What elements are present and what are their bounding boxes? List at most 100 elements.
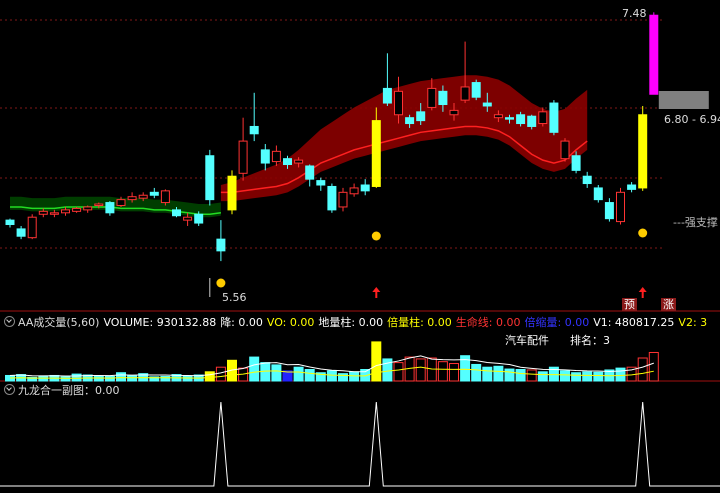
candle-body-18 — [205, 155, 215, 201]
candle-body-10 — [116, 199, 126, 206]
volume-bar-33 — [371, 341, 382, 382]
up-arrow-1 — [638, 287, 647, 298]
candle-body-36 — [405, 117, 415, 125]
candle-body-15 — [172, 209, 181, 217]
candle-body-48 — [538, 111, 548, 125]
volume-bar-9 — [104, 375, 115, 382]
candle-body-53 — [593, 187, 603, 201]
candle-body-30 — [338, 191, 348, 208]
volume-bar-6 — [71, 373, 82, 382]
sub-indicator-toggle-icon[interactable] — [4, 384, 15, 395]
volume-bar-42 — [471, 363, 482, 382]
volume-bar-31 — [349, 371, 360, 382]
volume-bar-53 — [593, 371, 604, 382]
candle-body-27 — [305, 165, 315, 180]
candle-body-38 — [427, 87, 437, 108]
candle-body-16 — [183, 216, 193, 221]
candle-body-13 — [149, 191, 159, 196]
sub-chart-header: 九龙合一副图：0.00 — [0, 383, 720, 399]
volume-bar-43 — [482, 366, 493, 382]
candle-body-52 — [582, 175, 592, 185]
volume-bar-40 — [449, 363, 459, 382]
chart-canvas — [0, 12, 720, 487]
volume-bar-30 — [338, 373, 348, 382]
candle-body-37 — [416, 111, 426, 122]
price-range-label: 6.80 - 6.94 — [664, 113, 720, 126]
candle-body-32 — [360, 184, 370, 192]
volume-bar-46 — [515, 369, 526, 382]
life-line-value: 生命线: 0.00 — [455, 316, 521, 329]
candle-body-33 — [371, 120, 381, 187]
chart-stage: 7.48 6.80 - 6.94 5.56 ---强支撑 预 涨 AA成交量(5… — [0, 0, 720, 489]
price-top-label: 7.48 — [622, 7, 647, 20]
volume-bar-24 — [271, 364, 282, 382]
candle-body-40 — [449, 109, 459, 116]
candle-body-57 — [638, 114, 648, 189]
candle-body-3 — [38, 210, 48, 215]
volume-bar-50 — [560, 370, 570, 382]
candle-body-56 — [627, 184, 637, 190]
candle-body-25 — [283, 158, 292, 166]
candle-body-8 — [94, 203, 104, 206]
current-price-box — [658, 91, 709, 109]
volume-bar-10 — [116, 372, 126, 382]
volume-bar-39 — [437, 361, 448, 382]
candle-body-26 — [294, 159, 304, 164]
candle-body-29 — [327, 185, 337, 211]
candle-body-19 — [216, 238, 226, 252]
candle-body-7 — [83, 206, 93, 211]
volume-bar-22 — [249, 356, 260, 382]
volume-bar-18 — [204, 371, 215, 382]
signal-dot-0 — [216, 278, 226, 288]
red-ribbon — [220, 75, 588, 202]
volume-bar-57 — [637, 357, 648, 382]
candle-body-22 — [249, 125, 259, 135]
multiple-bar-value: 倍量柱: 0.00 — [387, 316, 452, 329]
candle-body-35 — [394, 90, 403, 116]
candle-body-0 — [5, 219, 15, 226]
pre-tag: 预 — [622, 298, 637, 311]
candle-body-11 — [127, 196, 137, 201]
candle-body-12 — [138, 194, 148, 199]
volume-bar-52 — [582, 371, 593, 382]
support-label: ---强支撑 — [673, 216, 718, 229]
signal-dot-2 — [638, 228, 648, 238]
volume-bar-55 — [615, 367, 626, 382]
volume-indicator-name[interactable]: AA成交量(5,60) — [18, 316, 99, 329]
shrink-value: 倍缩量: 0.00 — [524, 316, 590, 329]
v2-value: V2: 3 — [678, 316, 708, 329]
volume-bar-19 — [215, 366, 226, 382]
candle-body-2 — [27, 216, 37, 239]
candle-body-31 — [349, 187, 359, 195]
candle-body-6 — [72, 207, 82, 212]
candle-body-14 — [160, 190, 170, 204]
ground-bar-value: 地量柱: 0.00 — [318, 316, 384, 329]
candle-body-41 — [460, 86, 470, 101]
signal-dot-1 — [371, 231, 381, 241]
volume-header: AA成交量(5,60) VOLUME: 930132.88 降: 0.00 VO: 0… — [0, 315, 720, 331]
rank-label: 排名：3 — [570, 334, 610, 347]
fall-value: 降: 0.00 — [220, 316, 263, 329]
indicator-toggle-icon[interactable] — [4, 316, 15, 327]
sub-chart-title[interactable]: 九龙合一副图：0.00 — [18, 384, 120, 397]
rise-tag: 涨 — [661, 298, 676, 311]
volume-bar-51 — [571, 372, 582, 382]
up-arrow-0 — [372, 287, 381, 298]
candle-body-34 — [382, 87, 392, 104]
volume-bar-35 — [393, 362, 404, 382]
volume-bar-37 — [415, 358, 426, 382]
volume-bar-14 — [160, 375, 171, 382]
sector-label: 汽车配件 — [505, 334, 549, 347]
low-price-label: 5.56 — [222, 291, 247, 304]
candle-body-54 — [604, 202, 614, 220]
candle-body-1 — [16, 228, 26, 237]
candle-body-4 — [49, 212, 59, 215]
candle-body-20 — [227, 175, 237, 211]
vo-value: VO: 0.00 — [266, 316, 315, 329]
volume-bar-26 — [293, 366, 304, 382]
candle-body-39 — [438, 90, 448, 106]
candle-body-49 — [549, 102, 559, 133]
candle-body-21 — [238, 140, 248, 174]
candle-body-28 — [316, 180, 326, 186]
candle-body-17 — [194, 213, 204, 224]
